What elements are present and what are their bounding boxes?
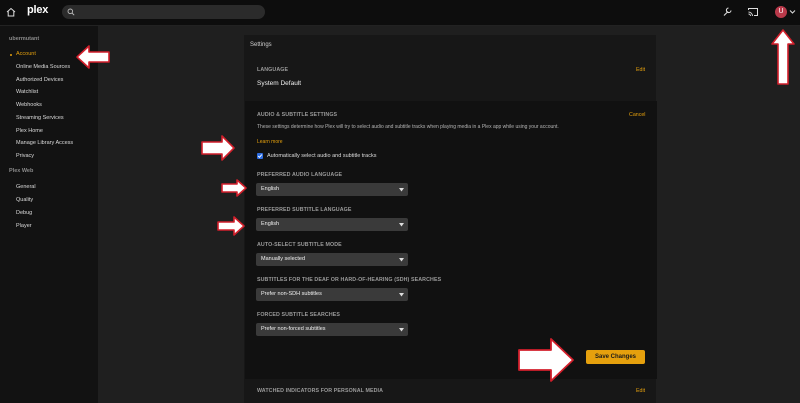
arrow-right-icon — [201, 135, 235, 161]
sdh-searches-label: SUBTITLES FOR THE DEAF OR HARD-OF-HEARIN… — [257, 277, 442, 283]
subtitle-language-label: PREFERRED SUBTITLE LANGUAGE — [257, 207, 352, 213]
search-input[interactable] — [78, 6, 262, 19]
plex-logo[interactable]: plex — [27, 4, 48, 16]
search-bar[interactable] — [62, 5, 265, 19]
sidebar-section-user: ubermutant — [9, 36, 40, 42]
chevron-down-icon[interactable] — [789, 9, 796, 15]
home-icon[interactable] — [5, 6, 17, 18]
subtitle-language-value: English — [261, 221, 280, 227]
save-changes-button[interactable]: Save Changes — [586, 350, 645, 364]
arrow-left-icon — [76, 45, 110, 69]
sidebar-item-streaming-services[interactable]: Streaming Services — [16, 115, 64, 121]
dropdown-caret-icon — [399, 328, 404, 332]
dropdown-caret-icon — [399, 188, 404, 192]
dropdown-caret-icon — [399, 293, 404, 297]
arrow-right-icon — [217, 216, 245, 236]
audio-language-label: PREFERRED AUDIO LANGUAGE — [257, 172, 343, 178]
sidebar-item-privacy[interactable]: Privacy — [16, 153, 34, 159]
arrow-right-icon — [518, 338, 574, 382]
sidebar-item-plex-home[interactable]: Plex Home — [16, 128, 43, 134]
section-description: These settings determine how Plex will t… — [257, 124, 559, 130]
subtitle-mode-label: AUTO-SELECT SUBTITLE MODE — [257, 242, 342, 248]
language-edit-link[interactable]: Edit — [636, 67, 645, 73]
forced-searches-label: FORCED SUBTITLE SEARCHES — [257, 312, 341, 318]
top-bar: plex U — [0, 0, 800, 26]
watched-edit-link[interactable]: Edit — [636, 388, 645, 394]
forced-searches-select[interactable]: Prefer non-forced subtitles — [256, 323, 408, 336]
sidebar-item-authorized-devices[interactable]: Authorized Devices — [16, 77, 63, 83]
arrow-right-icon — [221, 179, 247, 197]
cancel-link[interactable]: Cancel — [629, 112, 646, 118]
sdh-searches-value: Prefer non-SDH subtitles — [261, 291, 322, 297]
sidebar-item-player[interactable]: Player — [16, 223, 32, 229]
subtitle-mode-value: Manually selected — [261, 256, 306, 262]
sidebar-item-debug[interactable]: Debug — [16, 210, 32, 216]
sidebar-section-plex-web: Plex Web — [9, 168, 34, 174]
audio-language-value: English — [261, 186, 280, 192]
audio-language-select[interactable]: English — [256, 183, 408, 196]
sidebar-item-quality[interactable]: Quality — [16, 197, 33, 203]
sidebar-item-account[interactable]: Account — [16, 51, 36, 57]
active-indicator — [10, 54, 12, 56]
cast-icon[interactable] — [747, 6, 759, 18]
sidebar-item-watchlist[interactable]: Watchlist — [16, 89, 38, 95]
checkmark-icon — [257, 154, 263, 158]
auto-select-label[interactable]: Automatically select audio and subtitle … — [267, 153, 376, 159]
language-value: System Default — [257, 80, 302, 87]
sdh-searches-select[interactable]: Prefer non-SDH subtitles — [256, 288, 408, 301]
dropdown-caret-icon — [399, 258, 404, 262]
avatar[interactable]: U — [775, 6, 787, 18]
page-title: Settings — [250, 42, 272, 48]
forced-searches-value: Prefer non-forced subtitles — [261, 326, 326, 332]
sidebar-item-manage-library-access[interactable]: Manage Library Access — [16, 140, 73, 146]
dropdown-caret-icon — [399, 223, 404, 227]
audio-subtitle-section — [245, 101, 657, 379]
watched-indicators-heading: WATCHED INDICATORS FOR PERSONAL MEDIA — [257, 388, 384, 394]
language-heading: LANGUAGE — [257, 67, 289, 73]
wrench-icon[interactable] — [721, 6, 733, 18]
subtitle-mode-select[interactable]: Manually selected — [256, 253, 408, 266]
sidebar-item-webhooks[interactable]: Webhooks — [16, 102, 42, 108]
sidebar-item-online-media-sources[interactable]: Online Media Sources — [16, 64, 70, 70]
arrow-up-icon — [771, 29, 795, 85]
learn-more-link[interactable]: Learn more — [257, 139, 283, 145]
audio-subtitle-heading: AUDIO & SUBTITLE SETTINGS — [257, 112, 338, 118]
auto-select-checkbox[interactable] — [257, 153, 263, 159]
sidebar-item-general[interactable]: General — [16, 184, 36, 190]
search-icon — [67, 8, 75, 16]
subtitle-language-select[interactable]: English — [256, 218, 408, 231]
